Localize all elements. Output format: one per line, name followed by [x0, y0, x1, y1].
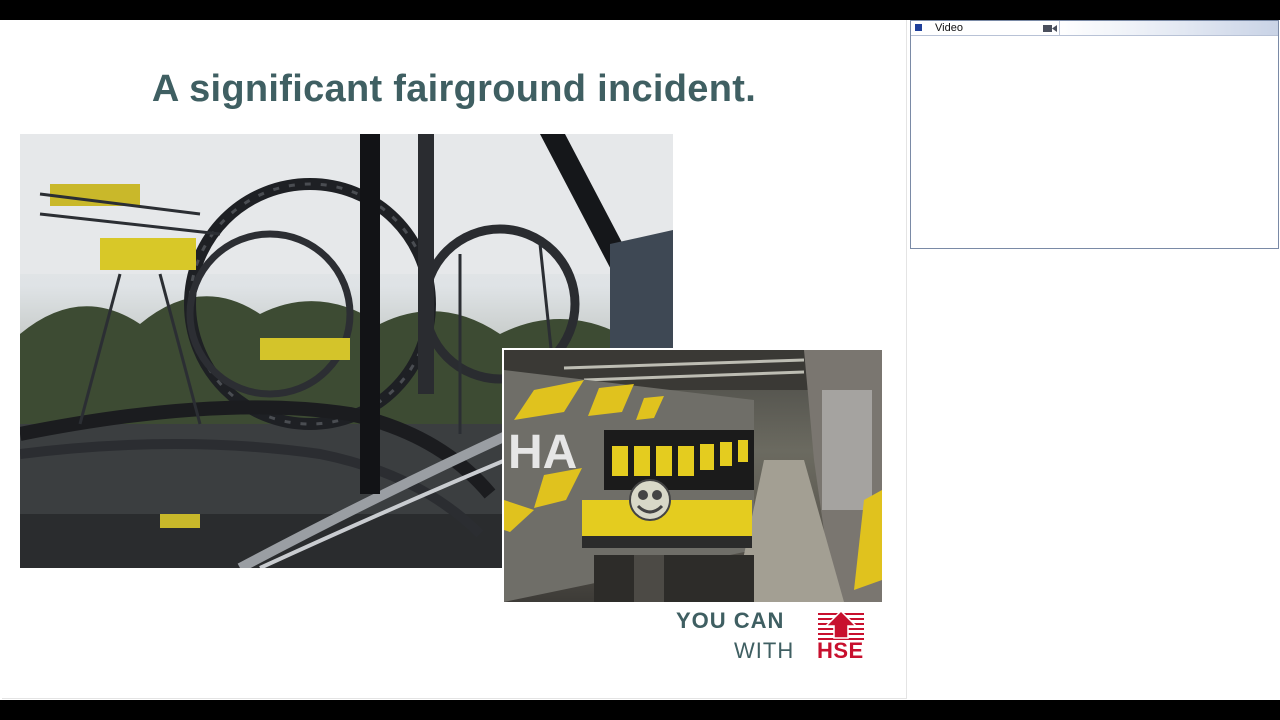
slide-title: A significant fairground incident. — [151, 68, 757, 110]
video-panel-title: Video — [935, 22, 963, 34]
camera-icon[interactable] — [1043, 24, 1057, 33]
video-panel[interactable]: Video — [910, 20, 1279, 249]
bottom-letterbox-bar — [0, 700, 1280, 720]
top-letterbox-bar — [0, 0, 1280, 20]
presentation-slide: A significant fairground incident. HA YO… — [2, 20, 907, 699]
logo-line-you-can: YOU CAN — [676, 608, 785, 633]
hse-brand-text: HSE — [817, 638, 864, 663]
video-panel-header[interactable]: Video — [911, 21, 1278, 36]
header-divider — [1059, 21, 1060, 35]
rollercoaster-station-photo: HA — [502, 348, 884, 604]
you-can-with-hse-logo: YOU CAN WITH HSE — [676, 606, 876, 666]
logo-line-with: WITH — [734, 638, 795, 663]
svg-text:HA: HA — [508, 426, 577, 479]
station-interior-illustration: HA — [504, 350, 882, 602]
panel-menu-icon[interactable] — [915, 24, 922, 31]
